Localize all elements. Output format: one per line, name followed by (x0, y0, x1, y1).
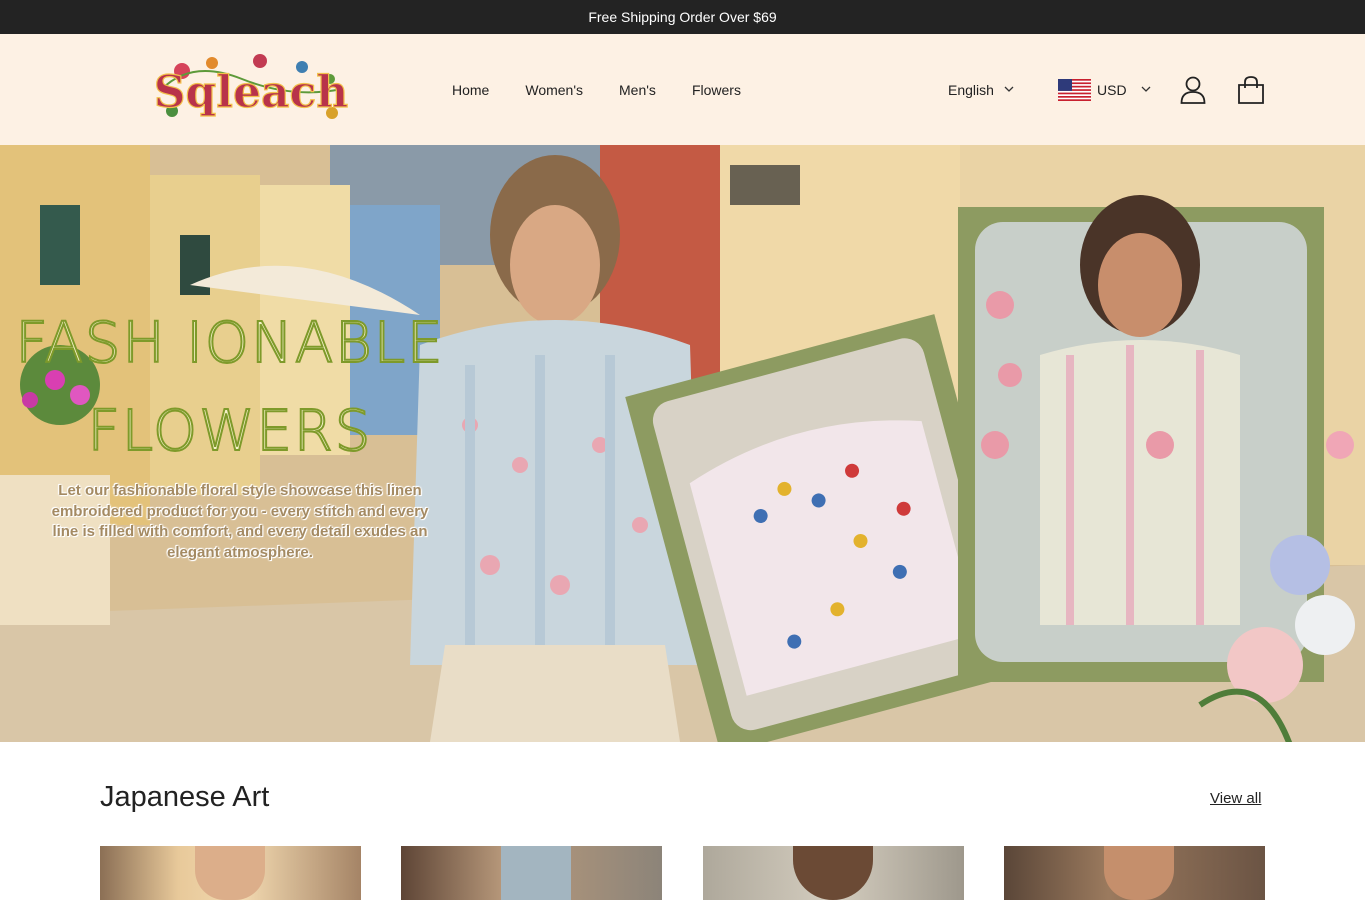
language-label: English (948, 81, 994, 98)
product-card[interactable] (401, 846, 662, 900)
product-image (501, 846, 571, 900)
chevron-down-icon (1141, 86, 1151, 92)
product-image (195, 846, 265, 900)
announcement-bar: Free Shipping Order Over $69 (0, 0, 1365, 34)
main-nav: Home Women's Men's Flowers (452, 34, 741, 145)
site-header: Sqleach Home Women's Men's Flowers Engli… (0, 34, 1365, 145)
us-flag-icon (1058, 78, 1091, 101)
currency-selector[interactable]: USD (1058, 34, 1151, 145)
account-icon[interactable] (1180, 76, 1206, 104)
product-card[interactable] (100, 846, 361, 900)
chevron-down-icon (1004, 86, 1014, 92)
section-title: Japanese Art (100, 781, 270, 813)
hero-description: Let our fashionable floral style showcas… (51, 482, 429, 561)
language-selector[interactable]: English (948, 34, 1014, 145)
nav-home[interactable]: Home (452, 82, 489, 98)
nav-mens[interactable]: Men's (619, 82, 656, 98)
logo[interactable]: Sqleach (152, 49, 350, 129)
logo-text: Sqleach (154, 67, 349, 118)
hero-title-line-2: FLOWERS (87, 398, 373, 465)
announcement-text: Free Shipping Order Over $69 (588, 9, 777, 25)
product-image (793, 846, 873, 900)
cart-icon[interactable] (1237, 76, 1265, 104)
hero-title-line-1: FASH IONABLE (15, 310, 445, 377)
currency-label: USD (1097, 81, 1127, 98)
view-all-link[interactable]: View all (1210, 790, 1261, 807)
product-card[interactable] (1004, 846, 1265, 900)
hero-title: FASH IONABLE FLOWERS (0, 300, 460, 476)
product-card[interactable] (703, 846, 964, 900)
nav-flowers[interactable]: Flowers (692, 82, 741, 98)
hero-banner[interactable]: FASH IONABLE FLOWERS Let our fashionable… (0, 145, 1365, 742)
product-image (1104, 846, 1174, 900)
nav-womens[interactable]: Women's (525, 82, 583, 98)
